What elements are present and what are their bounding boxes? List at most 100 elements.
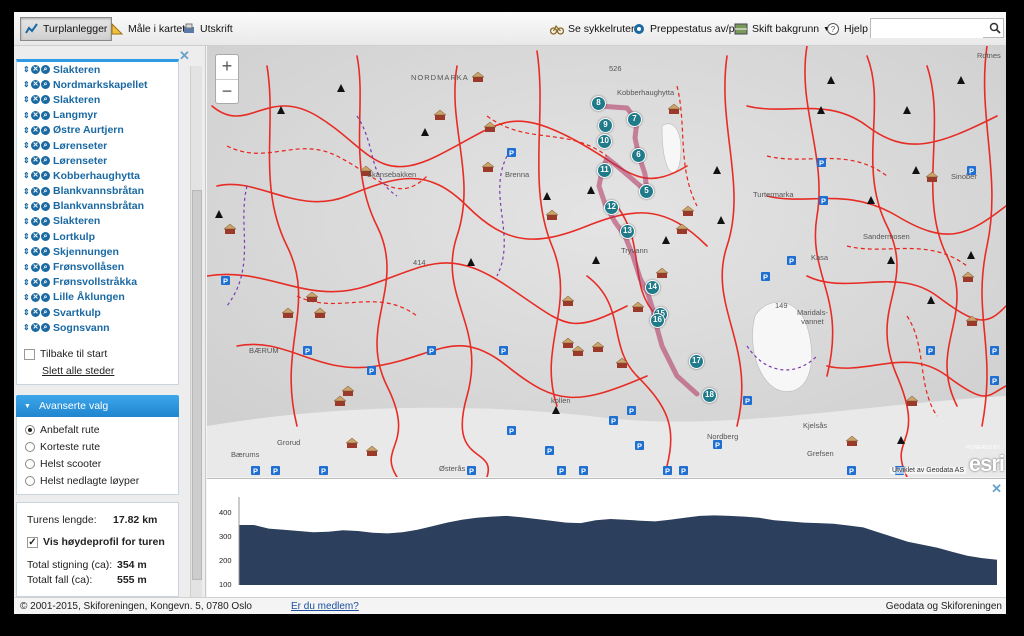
reorder-icon[interactable]: ⇕: [23, 263, 30, 272]
remove-icon[interactable]: ✕: [31, 201, 40, 211]
place-item[interactable]: ⇕ ✕ ⌕ Slakteren: [17, 92, 178, 107]
clear-all-link[interactable]: Slett alle steder: [42, 365, 114, 377]
route-waypoint-marker[interactable]: 12: [604, 200, 619, 215]
remove-icon[interactable]: ✕: [31, 262, 40, 272]
zoom-to-icon[interactable]: ⌕: [41, 141, 50, 151]
route-option[interactable]: Helst scooter: [17, 455, 178, 472]
zoom-to-icon[interactable]: ⌕: [41, 277, 50, 287]
route-option-radio[interactable]: [25, 475, 35, 486]
place-item[interactable]: ⇕ ✕ ⌕ Nordmarkskapellet: [17, 77, 178, 92]
route-waypoint-marker[interactable]: 16: [650, 313, 665, 328]
zoom-to-icon[interactable]: ⌕: [41, 216, 50, 226]
route-waypoint-marker[interactable]: 18: [702, 388, 717, 403]
remove-icon[interactable]: ✕: [31, 323, 40, 333]
reorder-icon[interactable]: ⇕: [23, 111, 30, 120]
measure-button[interactable]: Måle i kartet: [106, 17, 189, 41]
reorder-icon[interactable]: ⇕: [23, 171, 30, 180]
remove-icon[interactable]: ✕: [31, 125, 40, 135]
remove-icon[interactable]: ✕: [31, 186, 40, 196]
back-to-start-checkbox[interactable]: [24, 348, 35, 360]
route-waypoint-marker[interactable]: 8: [591, 96, 606, 111]
zoom-to-icon[interactable]: ⌕: [41, 186, 50, 196]
zoom-out-button[interactable]: −: [216, 79, 238, 103]
remove-icon[interactable]: ✕: [31, 277, 40, 287]
remove-icon[interactable]: ✕: [31, 110, 40, 120]
remove-icon[interactable]: ✕: [31, 95, 40, 105]
zoom-to-icon[interactable]: ⌕: [41, 247, 50, 257]
reorder-icon[interactable]: ⇕: [23, 80, 30, 89]
help-button[interactable]: ? Hjelp: [822, 17, 872, 41]
zoom-to-icon[interactable]: ⌕: [41, 110, 50, 120]
bike-routes-button[interactable]: Se sykkelruter: [546, 17, 639, 41]
route-waypoint-marker[interactable]: 13: [620, 224, 635, 239]
remove-icon[interactable]: ✕: [31, 292, 40, 302]
place-item[interactable]: ⇕ ✕ ⌕ Lortkulp: [17, 229, 178, 244]
back-to-start-row[interactable]: Tilbake til start: [24, 348, 107, 360]
zoom-in-button[interactable]: +: [216, 55, 238, 79]
remove-icon[interactable]: ✕: [31, 216, 40, 226]
remove-icon[interactable]: ✕: [31, 156, 40, 166]
place-item[interactable]: ⇕ ✕ ⌕ Blankvannsbråtan: [17, 184, 178, 199]
route-option-radio[interactable]: [25, 424, 35, 435]
remove-icon[interactable]: ✕: [31, 247, 40, 257]
route-waypoint-marker[interactable]: 11: [597, 163, 612, 178]
route-waypoint-marker[interactable]: 10: [597, 134, 612, 149]
search-input[interactable]: [871, 20, 983, 38]
reorder-icon[interactable]: ⇕: [23, 202, 30, 211]
reorder-icon[interactable]: ⇕: [23, 95, 30, 104]
zoom-to-icon[interactable]: ⌕: [41, 65, 50, 75]
zoom-to-icon[interactable]: ⌕: [41, 262, 50, 272]
remove-icon[interactable]: ✕: [31, 308, 40, 318]
reorder-icon[interactable]: ⇕: [23, 217, 30, 226]
panel-scrollbar[interactable]: [190, 66, 202, 597]
close-panel-icon[interactable]: ✕: [179, 48, 190, 64]
advanced-options-header[interactable]: ▼ Avanserte valg: [16, 395, 179, 417]
reorder-icon[interactable]: ⇕: [23, 323, 30, 332]
reorder-icon[interactable]: ⇕: [23, 232, 30, 241]
show-profile-row[interactable]: ✓ Vis høydeprofil for turen: [27, 536, 165, 548]
route-waypoint-marker[interactable]: 6: [631, 148, 646, 163]
route-waypoint-marker[interactable]: 7: [627, 112, 642, 127]
scrollbar-thumb[interactable]: [192, 190, 202, 580]
place-item[interactable]: ⇕ ✕ ⌕ Slakteren: [17, 214, 178, 229]
map-canvas[interactable]: PPPPPPPPPPPPPPPPPPPPPPPPPPPPPPP 56789101…: [207, 46, 1006, 477]
route-option[interactable]: Helst nedlagte løyper: [17, 472, 178, 489]
remove-icon[interactable]: ✕: [31, 232, 40, 242]
remove-icon[interactable]: ✕: [31, 80, 40, 90]
zoom-to-icon[interactable]: ⌕: [41, 323, 50, 333]
reorder-icon[interactable]: ⇕: [23, 65, 30, 74]
place-item[interactable]: ⇕ ✕ ⌕ Sognsvann: [17, 320, 178, 335]
route-option[interactable]: Korteste rute: [17, 438, 178, 455]
reorder-icon[interactable]: ⇕: [23, 278, 30, 287]
reorder-icon[interactable]: ⇕: [23, 247, 30, 256]
zoom-to-icon[interactable]: ⌕: [41, 292, 50, 302]
zoom-to-icon[interactable]: ⌕: [41, 80, 50, 90]
member-link[interactable]: Er du medlem?: [291, 601, 359, 612]
route-option[interactable]: Anbefalt rute: [17, 421, 178, 438]
reorder-icon[interactable]: ⇕: [23, 308, 30, 317]
reorder-icon[interactable]: ⇕: [23, 156, 30, 165]
zoom-to-icon[interactable]: ⌕: [41, 232, 50, 242]
route-waypoint-marker[interactable]: 5: [639, 184, 654, 199]
reorder-icon[interactable]: ⇕: [23, 293, 30, 302]
place-item[interactable]: ⇕ ✕ ⌕ Frønsvollåsen: [17, 259, 178, 274]
route-option-radio[interactable]: [25, 441, 35, 452]
zoom-to-icon[interactable]: ⌕: [41, 171, 50, 181]
place-item[interactable]: ⇕ ✕ ⌕ Frønsvollstråkka: [17, 275, 178, 290]
place-item[interactable]: ⇕ ✕ ⌕ Lørenseter: [17, 138, 178, 153]
route-waypoint-marker[interactable]: 9: [598, 118, 613, 133]
place-item[interactable]: ⇕ ✕ ⌕ Lørenseter: [17, 153, 178, 168]
place-item[interactable]: ⇕ ✕ ⌕ Blankvannsbråtan: [17, 199, 178, 214]
route-waypoint-marker[interactable]: 14: [645, 280, 660, 295]
place-item[interactable]: ⇕ ✕ ⌕ Skjennungen: [17, 244, 178, 259]
reorder-icon[interactable]: ⇕: [23, 141, 30, 150]
route-waypoint-marker[interactable]: 17: [689, 354, 704, 369]
change-background-button[interactable]: Skift bakgrunn ▼: [730, 17, 834, 41]
place-item[interactable]: ⇕ ✕ ⌕ Østre Aurtjern: [17, 123, 178, 138]
zoom-to-icon[interactable]: ⌕: [41, 156, 50, 166]
place-item[interactable]: ⇕ ✕ ⌕ Kobberhaughytta: [17, 168, 178, 183]
remove-icon[interactable]: ✕: [31, 171, 40, 181]
print-button[interactable]: Utskrift: [178, 17, 237, 41]
grooming-status-button[interactable]: Preppestatus av/på: [628, 17, 744, 41]
place-item[interactable]: ⇕ ✕ ⌕ Slakteren: [17, 62, 178, 77]
